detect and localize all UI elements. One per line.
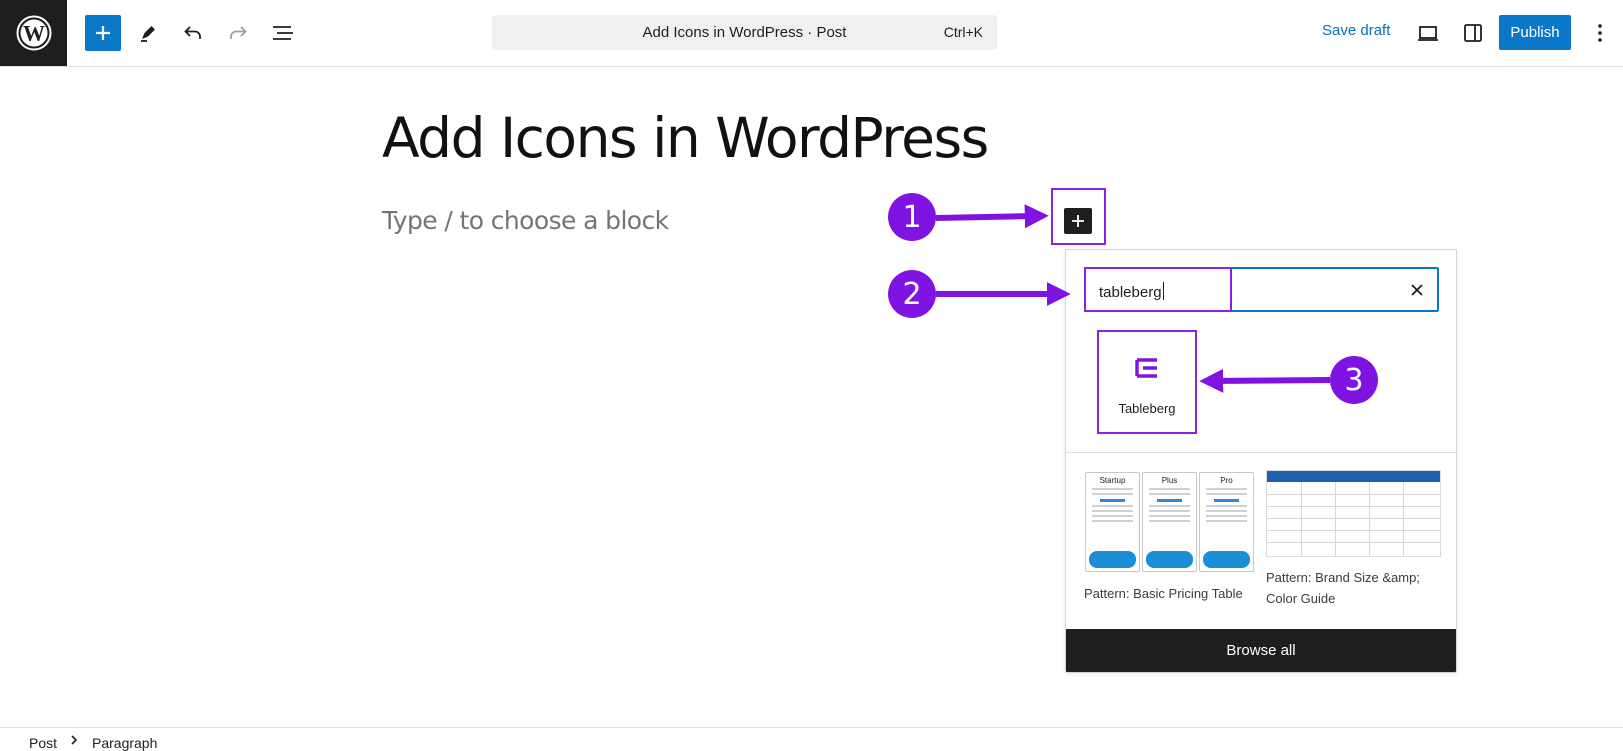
step-badge-2: 2: [888, 270, 936, 318]
step-badge-3: 3: [1330, 356, 1378, 404]
annotation-arrow-1: [935, 204, 1049, 229]
step-badge-1: 1: [888, 193, 936, 241]
annotation-arrows: [935, 204, 1331, 393]
chevron-right-icon: [69, 733, 79, 749]
annotation-arrow-3: [1199, 368, 1331, 393]
breadcrumb-item-post[interactable]: Post: [29, 735, 57, 751]
breadcrumb-item-paragraph[interactable]: Paragraph: [92, 735, 157, 751]
breadcrumb: Post Paragraph: [0, 727, 1623, 751]
